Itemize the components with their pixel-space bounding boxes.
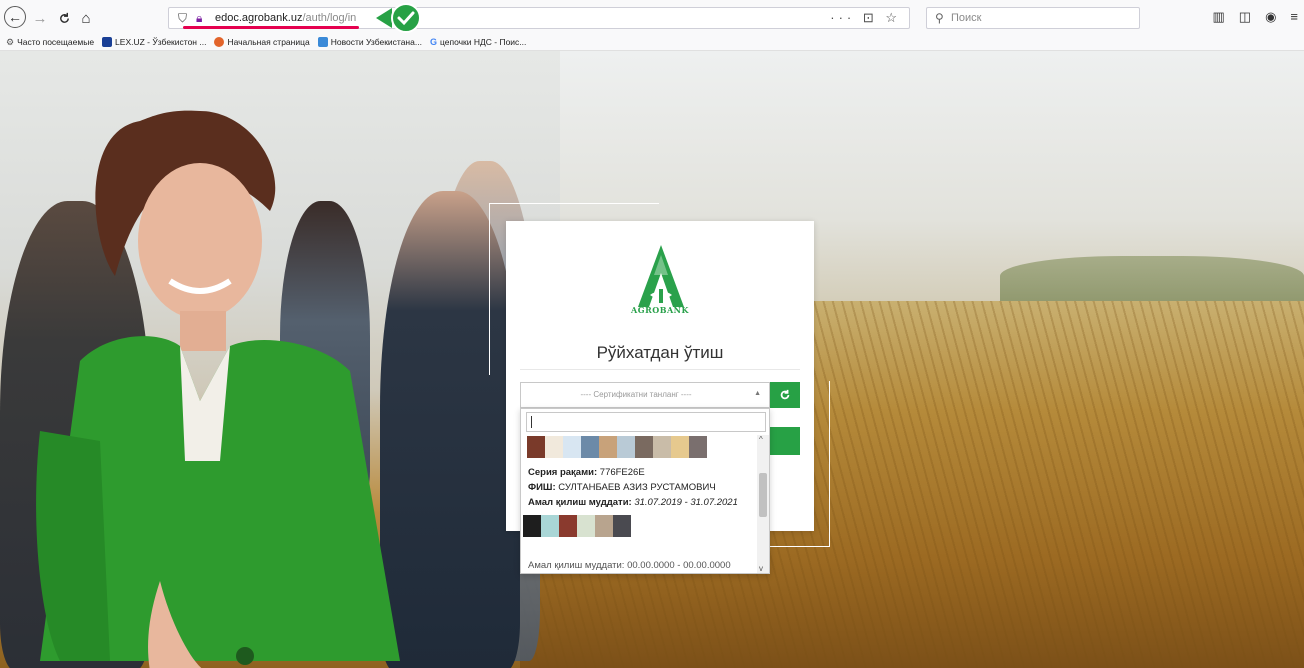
scroll-up-icon[interactable]: ^ xyxy=(759,435,763,444)
gear-icon: ⚙ xyxy=(6,36,15,47)
library-icon[interactable]: ▥ xyxy=(1212,9,1224,25)
decorative-line xyxy=(829,381,830,547)
divider xyxy=(520,369,800,370)
lex-icon xyxy=(102,37,113,47)
dropdown-search-input[interactable] xyxy=(526,412,766,432)
decorative-line xyxy=(489,203,490,375)
decorative-line xyxy=(489,203,659,204)
back-button[interactable]: ← xyxy=(4,6,26,28)
url-bar[interactable]: ⛉ 🔒︎ edoc.agrobank.uz/auth/log/in ··· ⊡ … xyxy=(168,7,910,29)
news-icon xyxy=(317,37,328,47)
toolbar-right-icons: ▥ ◫ ◉ ≡ xyxy=(1212,9,1298,25)
dropdown-scrollbar[interactable]: ^ v xyxy=(757,435,769,573)
certificate-dropdown: Серия рақами: 776FE26E ФИШ: СУЛТАНБАЕВ А… xyxy=(520,408,770,574)
home-button[interactable]: ⌂ xyxy=(76,8,96,28)
certificate-select-placeholder: ---- Сертификатни танланг ---- xyxy=(580,390,692,399)
forward-button[interactable]: → xyxy=(30,8,50,28)
firefox-icon xyxy=(214,37,225,47)
lock-icon[interactable]: 🔒︎ xyxy=(196,11,202,26)
certificate-select[interactable]: ---- Сертификатни танланг ---- ▲ xyxy=(520,382,770,408)
bookmark-item[interactable]: LEX.UZ - Ўзбекистон ... xyxy=(102,37,206,47)
bookmark-item[interactable]: Начальная страница xyxy=(214,37,310,47)
background-trees xyxy=(1000,256,1304,306)
shield-icon[interactable]: ⛉ xyxy=(178,11,187,26)
certificate-serial[interactable]: Серия рақами: 776FE26E xyxy=(528,467,645,478)
search-placeholder: Поиск xyxy=(951,12,982,24)
url-text[interactable]: edoc.agrobank.uz/auth/log/in xyxy=(215,12,356,24)
reload-button[interactable] xyxy=(54,8,74,28)
certificate-validity[interactable]: Амал қилиш муддати: 31.07.2019 - 31.07.2… xyxy=(528,497,738,508)
chevron-up-icon: ▲ xyxy=(754,390,761,397)
bookmark-item[interactable]: G цепочки НДС - Поис... xyxy=(430,37,526,47)
bookmarks-bar: ⚙ Часто посещаемые LEX.UZ - Ўзбекистон .… xyxy=(0,34,1304,51)
bookmark-item[interactable]: ⚙ Часто посещаемые xyxy=(6,37,94,48)
scroll-down-icon[interactable]: v xyxy=(759,564,763,573)
google-icon: G xyxy=(429,37,437,47)
page-actions-icons[interactable]: ··· ⊡ ☆ xyxy=(830,10,901,26)
scrollbar-thumb[interactable] xyxy=(759,473,767,517)
businesswoman-image xyxy=(36,110,400,668)
search-icon: ⚲ xyxy=(935,11,944,25)
bookmark-item[interactable]: Новости Узбекистана... xyxy=(317,37,422,47)
account-icon[interactable]: ◉ xyxy=(1265,9,1276,25)
certificate-owner[interactable]: ФИШ: СУЛТАНБАЕВ АЗИЗ РУСТАМОВИЧ xyxy=(528,482,716,493)
certificate-option[interactable] xyxy=(527,436,707,458)
browser-toolbar: ← → ⌂ ⛉ 🔒︎ edoc.agrobank.uz/auth/log/in … xyxy=(0,0,1304,34)
menu-icon[interactable]: ≡ xyxy=(1290,9,1298,25)
reload-icon xyxy=(59,12,69,23)
agrobank-logo-text: AGROBANK xyxy=(631,305,689,315)
sidebar-icon[interactable]: ◫ xyxy=(1239,9,1251,25)
refresh-icon xyxy=(780,389,790,400)
certificate-validity-partial[interactable]: Амал қилиш муддати: 00.00.0000 - 00.00.0… xyxy=(528,560,731,571)
login-title: Рўйхатдан ўтиш xyxy=(596,343,724,362)
text-caret xyxy=(531,416,532,428)
refresh-certificates-button[interactable] xyxy=(770,382,800,408)
certificate-option[interactable] xyxy=(523,515,631,537)
url-highlight-underline xyxy=(183,26,359,29)
check-badge-icon xyxy=(376,3,421,33)
login-submit-button[interactable] xyxy=(770,427,800,455)
url-path: /auth/log/in xyxy=(302,12,357,24)
url-domain: edoc.agrobank.uz xyxy=(215,12,303,24)
decorative-line xyxy=(760,546,830,547)
search-bar[interactable]: ⚲ Поиск xyxy=(926,7,1140,29)
